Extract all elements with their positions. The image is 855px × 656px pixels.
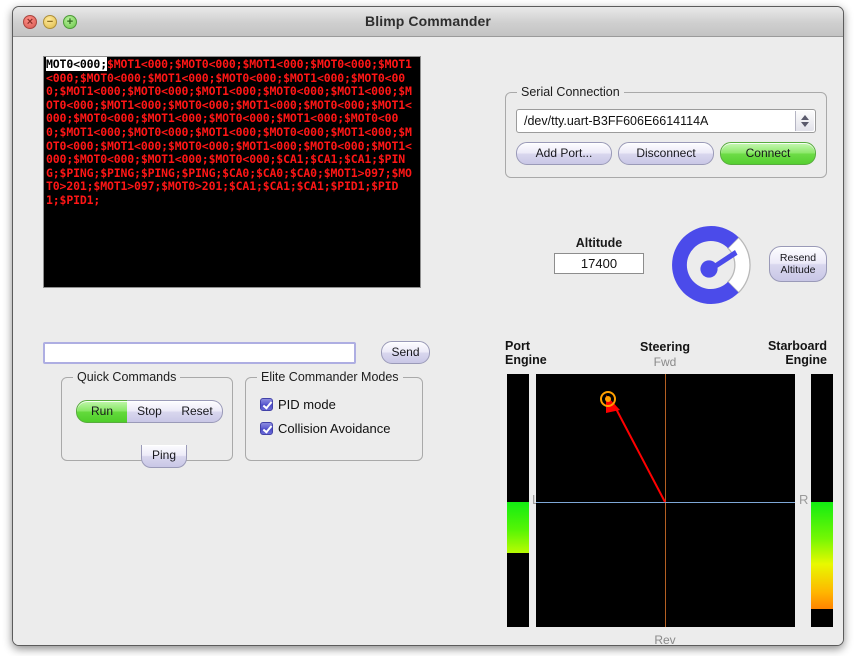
steering-right-label: R: [799, 492, 809, 507]
steering-pad[interactable]: [536, 374, 795, 627]
altitude-value[interactable]: 17400: [554, 253, 644, 274]
chevron-up-icon: [801, 115, 809, 120]
port-engine-line1: Port: [505, 339, 530, 353]
serial-connection-legend: Serial Connection: [517, 85, 624, 99]
pid-mode-label: PID mode: [278, 397, 336, 412]
elite-modes-legend: Elite Commander Modes: [257, 370, 403, 384]
starboard-engine-meter-fill: [811, 502, 833, 609]
stop-button[interactable]: Stop: [127, 400, 173, 423]
steering-reverse-label: Rev: [654, 633, 676, 646]
port-engine-line2: Engine: [505, 353, 547, 367]
port-engine-meter-fill: [507, 502, 529, 553]
quick-commands-group: Quick Commands Run Stop Reset Ping: [61, 370, 233, 468]
stepper-icon[interactable]: [795, 111, 814, 131]
elite-modes-group: Elite Commander Modes PID mode Collision…: [245, 370, 423, 461]
altitude-label: Altitude: [575, 236, 623, 250]
port-engine-meter: [507, 374, 529, 627]
starboard-engine-label: Starboard Engine: [751, 339, 827, 367]
serial-console-body: $MOT1<000;$MOT0<000;$MOT1<000;$MOT0<000;…: [46, 57, 412, 207]
altitude-gauge: [672, 226, 751, 304]
steering-forward-label: Fwd: [653, 355, 677, 369]
serial-port-select[interactable]: /dev/tty.uart-B3FF606E6614114A: [516, 109, 816, 133]
starboard-engine-meter: [811, 374, 833, 627]
resend-altitude-button[interactable]: Resend Altitude: [769, 246, 827, 282]
command-input[interactable]: [43, 342, 356, 364]
serial-port-value: /dev/tty.uart-B3FF606E6614114A: [524, 114, 709, 128]
steering-vector: [600, 391, 666, 503]
run-button[interactable]: Run: [76, 400, 128, 423]
serial-console[interactable]: MOT0<000;$MOT1<000;$MOT0<000;$MOT1<000;$…: [43, 56, 421, 288]
collision-avoidance-checkbox-row[interactable]: Collision Avoidance: [260, 421, 391, 436]
serial-connection-group: Serial Connection /dev/tty.uart-B3FF606E…: [505, 85, 827, 178]
resend-altitude-line2: Altitude: [780, 264, 816, 276]
port-engine-label: Port Engine: [505, 339, 567, 367]
steering-title: Steering: [639, 340, 690, 354]
checkmark-icon: [260, 398, 273, 411]
app-window: × − + Blimp Commander MOT0<000;$MOT1<000…: [12, 6, 844, 646]
resend-altitude-line1: Resend: [779, 252, 817, 264]
pid-mode-checkbox-row[interactable]: PID mode: [260, 397, 336, 412]
ping-button[interactable]: Ping: [141, 445, 187, 468]
send-button[interactable]: Send: [381, 341, 430, 364]
command-bar: Send: [43, 340, 430, 366]
checkmark-icon: [260, 422, 273, 435]
collision-avoidance-label: Collision Avoidance: [278, 421, 391, 436]
chevron-down-icon: [801, 122, 809, 127]
serial-console-selection: MOT0<000;: [46, 57, 107, 71]
connect-button[interactable]: Connect: [720, 142, 816, 165]
add-port-button[interactable]: Add Port...: [516, 142, 612, 165]
serial-console-text: MOT0<000;$MOT1<000;$MOT0<000;$MOT1<000;$…: [46, 57, 418, 208]
title-bar[interactable]: × − + Blimp Commander: [13, 7, 843, 37]
window-content: MOT0<000;$MOT1<000;$MOT0<000;$MOT1<000;$…: [13, 37, 843, 645]
disconnect-button[interactable]: Disconnect: [618, 142, 714, 165]
window-title: Blimp Commander: [365, 13, 491, 29]
starboard-engine-line2: Engine: [785, 353, 827, 367]
reset-button[interactable]: Reset: [172, 400, 223, 423]
starboard-engine-line1: Starboard: [767, 339, 827, 353]
quick-commands-legend: Quick Commands: [73, 370, 181, 384]
